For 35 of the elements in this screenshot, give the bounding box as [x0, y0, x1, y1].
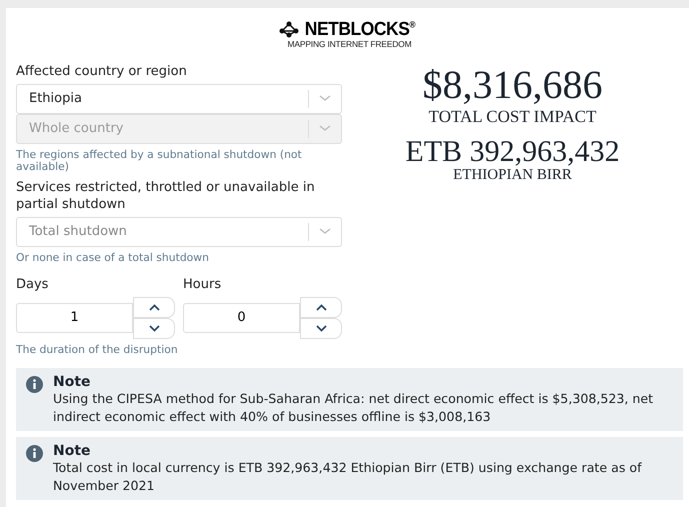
- cost-amount: $8,316,686: [422, 64, 602, 104]
- help-text: Or none in case of a total shutdown: [16, 252, 210, 264]
- field-label: Days: [16, 276, 50, 292]
- field-label: Services restricted, throttled or unavailable in partial shutdown: [16, 178, 316, 212]
- chevron-down-icon: [316, 324, 326, 332]
- help-text: The duration of the disruption: [16, 344, 179, 356]
- cost-amount: ETB 392,963,432: [405, 136, 620, 166]
- cost-caption: ETHIOPIAN BIRR: [453, 166, 572, 184]
- logo-wordmark: NETBLOCKS$^{®}$: [304, 20, 416, 39]
- chevron-up-icon: [316, 304, 326, 310]
- network-nodes-icon: [279, 21, 300, 38]
- decrement-button[interactable]: [133, 318, 175, 338]
- chevron-down-icon: [148, 324, 160, 332]
- logo-tagline: MAPPING INTERNET FREEDOM: [288, 40, 412, 48]
- info-icon: [26, 444, 43, 462]
- field-label: Hours: [183, 276, 222, 292]
- field-label: Affected country or region: [16, 62, 188, 80]
- note-text: Total cost in local currency is ETB 392,963,432 Ethiopian Birr (ETB) using exchange rate as of November 2021: [53, 458, 643, 494]
- cost-caption: TOTAL COST IMPACT: [428, 106, 596, 126]
- note-title: Note: [53, 374, 92, 390]
- decrement-button[interactable]: [300, 318, 342, 338]
- increment-button[interactable]: [300, 296, 342, 318]
- select-field[interactable]: Ethiopia: [16, 84, 342, 114]
- chevron-down-icon: [319, 95, 331, 102]
- chevron-down-icon: [319, 125, 331, 132]
- info-icon: [26, 376, 43, 392]
- number-input[interactable]: 0: [183, 302, 300, 332]
- increment-button[interactable]: [133, 296, 175, 318]
- note-title: Note: [53, 442, 92, 458]
- help-text: The regions affected by a subnational shutdown (not available): [16, 148, 303, 172]
- note-text: Using the CIPESA method for Sub-Saharan Africa: net direct economic effect is $5,308,523, net indirect economic effect with 40% of businesses offline is $3,008,163: [53, 390, 654, 426]
- chevron-up-icon: [148, 304, 160, 310]
- select-field[interactable]: Total shutdown: [16, 216, 342, 246]
- number-input[interactable]: 1: [16, 302, 133, 332]
- chevron-down-icon: [319, 228, 331, 235]
